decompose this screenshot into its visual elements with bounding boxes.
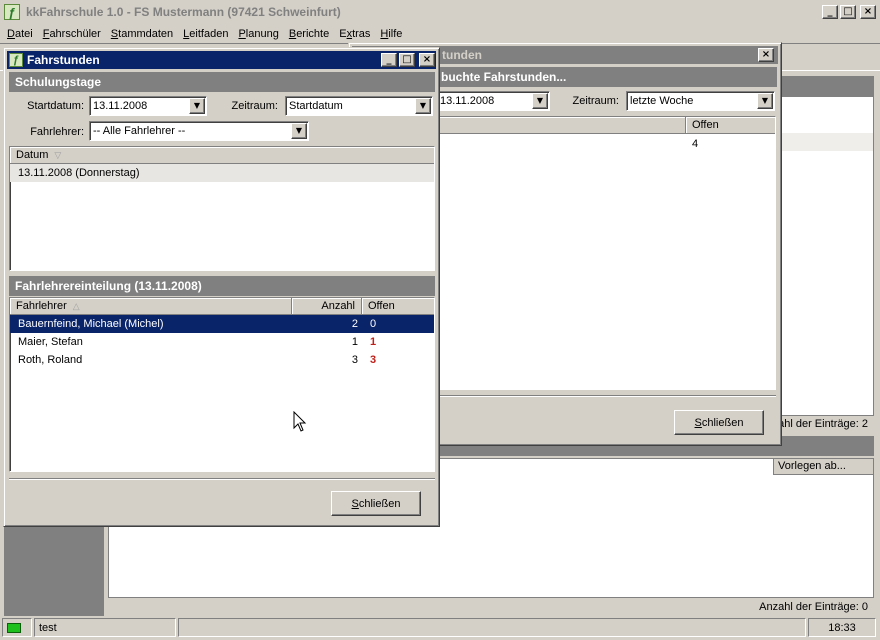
row-offen: 1 [370,336,377,348]
schulungstag-value: 13.11.2008 (Donnerstag) [18,167,140,179]
dropdown-arrow-icon[interactable]: ▼ [291,123,307,139]
dropdown-arrow-icon[interactable]: ▼ [415,98,431,114]
row-name: Maier, Stefan [18,336,83,348]
list-item[interactable]: 13.11.2008 (Donnerstag) [10,164,434,182]
menu-datei[interactable]: Datei [2,28,38,40]
mouse-pointer-icon [293,411,307,432]
status-message [178,618,806,637]
dropdown-arrow-icon[interactable]: ▼ [189,98,205,114]
fahrlehrer-combo[interactable]: -- Alle Fahrlehrer -- ▼ [89,121,309,141]
menu-leitfaden[interactable]: Leitfaden [178,28,233,40]
column-fahrlehrer[interactable]: Fahrlehrer △ [10,298,292,315]
app-close-button[interactable]: × [860,5,876,19]
zeitraum-combo[interactable]: Startdatum ▼ [285,96,433,116]
sort-descending-icon: ▽ [54,150,62,160]
row-offen: 3 [370,354,377,366]
schliessen-button[interactable]: Schließen [331,491,421,516]
window2-zeitraum-label: Zeitraum: [572,95,619,107]
window1-titlebar: ƒ Fahrstunden _ □ × [7,51,436,69]
status-led-icon [7,622,21,633]
table-row[interactable]: 4 [436,135,775,153]
window2-startdatum-value: 13.11.2008 [440,95,495,107]
column-datum[interactable]: Datum ▽ [10,147,434,164]
window2-row-offen: 4 [692,138,699,150]
window-fahrstunden: ƒ Fahrstunden _ □ × Schulungstage Startd… [3,47,440,527]
window1-maximize-button[interactable]: □ [399,53,415,67]
startdatum-value: 13.11.2008 [93,100,148,112]
window2-startdatum-combo[interactable]: 13.11.2008 ▼ [436,91,550,111]
zeitraum-label: Zeitraum: [231,100,278,112]
background-count-2: Anzahl der Einträge: 0 [759,601,868,613]
row-anzahl: 1 [351,336,358,348]
fahrlehrer-value: -- Alle Fahrlehrer -- [93,125,186,137]
dropdown-arrow-icon[interactable]: ▼ [532,93,548,109]
menu-planung[interactable]: Planung [233,28,283,40]
startdatum-combo[interactable]: 13.11.2008 ▼ [89,96,207,116]
row-anzahl: 2 [351,318,358,330]
menu-bar: Datei Fahrschüler Stammdaten Leitfaden P… [0,24,880,43]
app-maximize-button[interactable]: □ [840,5,856,19]
zeitraum-value: Startdatum [289,100,343,112]
column-anzahl[interactable]: Anzahl [292,298,362,315]
section-fahrlehrereinteilung: Fahrlehrereinteilung (13.11.2008) [9,276,435,296]
status-bar: test 18:33 [0,617,880,639]
column-vorlegen-ab[interactable]: Vorlegen ab... [773,459,873,475]
window2-column-offen[interactable]: Offen [686,117,775,134]
table-row[interactable]: Maier, Stefan 1 1 [10,333,434,351]
startdatum-label: Startdatum: [27,100,84,112]
status-indicator [2,618,32,637]
window1-close-button[interactable]: × [419,53,435,67]
dropdown-arrow-icon[interactable]: ▼ [757,93,773,109]
menu-fahrschueler[interactable]: Fahrschüler [38,28,106,40]
column-offen[interactable]: Offen [362,298,434,315]
row-name: Bauernfeind, Michael (Michel) [18,318,164,330]
window2-schliessen-button[interactable]: Schließen [674,410,764,435]
status-time: 18:33 [808,618,876,637]
app-logo-icon: ƒ [9,53,23,67]
window2-list[interactable]: Offen 4 [435,116,776,390]
section-schulungstage: Schulungstage [9,72,435,92]
sort-ascending-icon: △ [72,301,80,311]
row-anzahl: 3 [351,354,358,366]
window2-zeitraum-value: letzte Woche [630,95,694,107]
table-row[interactable]: Roth, Roland 3 3 [10,351,434,369]
app-titlebar: ƒ kkFahrschule 1.0 - FS Mustermann (9742… [0,0,880,24]
window2-zeitraum-combo[interactable]: letzte Woche ▼ [626,91,775,111]
window2-title: tunden [442,48,482,62]
menu-extras[interactable]: Extras [334,28,375,40]
window2-close-button[interactable]: × [758,48,774,62]
window1-title: Fahrstunden [27,53,100,67]
window2-section-header: buchte Fahrstunden... [435,67,777,87]
fahrlehrer-list[interactable]: Fahrlehrer △ Anzahl Offen Bauernfeind, Mi… [9,297,435,472]
table-row[interactable]: Bauernfeind, Michael (Michel) 2 0 [10,315,434,333]
app-title: kkFahrschule 1.0 - FS Mustermann (97421 … [26,5,341,19]
status-user: test [34,618,176,637]
window2-column-blank[interactable] [436,117,686,134]
row-name: Roth, Roland [18,354,83,366]
menu-stammdaten[interactable]: Stammdaten [106,28,178,40]
app-caption-buttons: _ □ × [822,5,876,19]
row-offen: 0 [370,318,377,330]
schulungstage-list[interactable]: Datum ▽ 13.11.2008 (Donnerstag) [9,146,435,271]
menu-berichte[interactable]: Berichte [284,28,334,40]
app-minimize-button[interactable]: _ [822,5,838,19]
window1-minimize-button[interactable]: _ [381,53,397,67]
fahrlehrer-label: Fahrlehrer: [30,126,84,138]
app-logo-icon: ƒ [4,4,20,20]
menu-hilfe[interactable]: Hilfe [375,28,407,40]
